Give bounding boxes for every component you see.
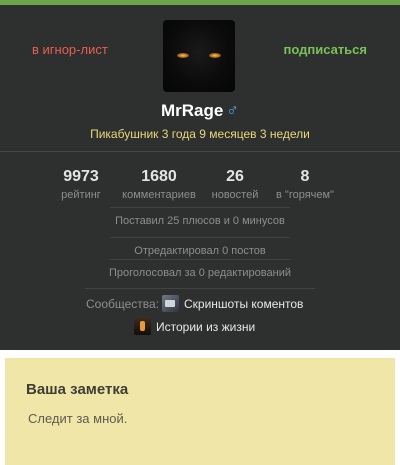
note-section: Ваша заметка Следит за мной. <box>0 350 400 465</box>
profile-panel: в игнор-лист подписаться MrRage ♂ Пикабуш… <box>0 5 400 350</box>
divider <box>110 237 290 238</box>
community-name: Скриншоты коментов <box>184 296 304 311</box>
community-item-life-stories[interactable]: Истории из жизни <box>134 318 255 335</box>
stat-value: 9973 <box>63 168 99 185</box>
avatar-right-eye <box>209 53 221 58</box>
stat-rating: 9973 рейтинг <box>55 168 107 201</box>
subscribe-link[interactable]: подписаться <box>283 42 367 57</box>
stat-news: 26 новостей <box>206 168 264 201</box>
stat-value: 8 <box>300 168 310 185</box>
votes-info: Поставил 25 плюсов и 0 минусов <box>115 215 285 227</box>
voted-edits-info: Проголосовал за 0 редактирований <box>109 267 291 279</box>
community-item-screenshots[interactable]: Скриншоты коментов <box>162 295 303 312</box>
avatar-left-eye <box>177 53 189 58</box>
username[interactable]: MrRage <box>161 101 223 120</box>
divider <box>110 207 290 208</box>
divider <box>85 288 315 289</box>
username-row: MrRage ♂ <box>0 101 400 121</box>
stat-label: рейтинг <box>61 189 101 201</box>
tenure-text: Пикабушник 3 года 9 месяцев 3 недели <box>90 127 310 141</box>
divider <box>110 259 290 260</box>
male-gender-icon: ♂ <box>226 101 240 120</box>
ignore-list-link[interactable]: в игнор-лист <box>32 42 108 57</box>
edited-info: Отредактировал 0 постов <box>134 245 266 257</box>
stat-label: комментариев <box>122 189 196 201</box>
note-title: Ваша заметка <box>26 381 129 398</box>
communities-label: Сообщества: <box>86 297 160 311</box>
stat-value: 26 <box>226 168 244 185</box>
community-name: Истории из жизни <box>156 319 256 334</box>
note-card[interactable]: Ваша заметка Следит за мной. <box>5 358 395 465</box>
stat-comments: 1680 комментариев <box>117 168 201 201</box>
avatar[interactable] <box>163 20 235 92</box>
stat-hot: 8 в "горячем" <box>270 168 340 201</box>
stat-label: новостей <box>211 189 259 201</box>
note-text: Следит за мной. <box>28 411 128 426</box>
life-stories-community-icon <box>134 318 151 335</box>
divider <box>0 151 400 152</box>
screenshot-community-icon <box>162 295 179 312</box>
stat-value: 1680 <box>141 168 177 185</box>
stat-label: в "горячем" <box>276 189 334 201</box>
